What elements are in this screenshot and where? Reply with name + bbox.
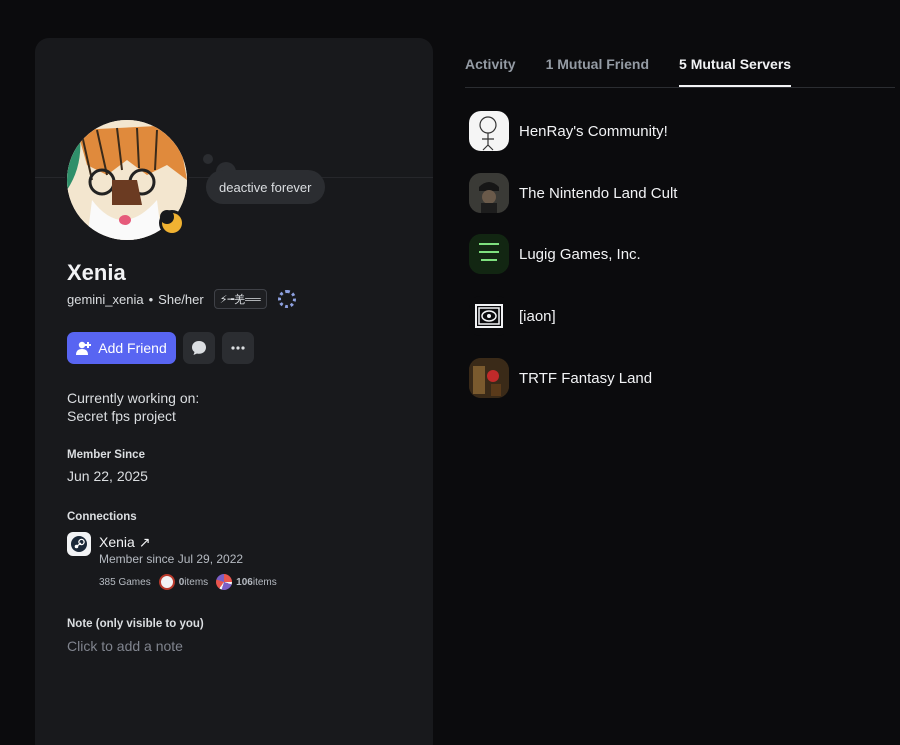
henray-server-icon: [469, 111, 509, 151]
lugig-games-server-icon: [469, 234, 509, 274]
separator-dot: •: [148, 291, 154, 307]
tf-items-count: 106: [236, 576, 253, 588]
about-line: Secret fps project: [67, 408, 176, 424]
connection-stats: 385 Games 0 items 106 items: [99, 574, 277, 590]
member-since-title: Member Since: [67, 449, 145, 461]
more-dots-icon: [231, 346, 245, 350]
idle-status-icon: [159, 210, 185, 236]
list-item[interactable]: HenRay's Community!: [469, 111, 889, 151]
avatar[interactable]: [65, 118, 189, 242]
add-user-icon: [76, 341, 92, 355]
tf-items-unit: items: [252, 576, 277, 588]
custom-status-bubble[interactable]: deactive forever: [206, 170, 325, 204]
member-since-value: Jun 22, 2025: [67, 468, 148, 484]
profile-subline: gemini_xenia • She/her ⚡╼羌══: [67, 289, 296, 309]
tab-mutual-servers[interactable]: 5 Mutual Servers: [679, 56, 792, 87]
tab-activity[interactable]: Activity: [465, 56, 516, 87]
tf2-icon: [216, 574, 233, 590]
tab-mutual-friends[interactable]: 1 Mutual Friend: [546, 56, 649, 87]
list-item[interactable]: [iaon]: [469, 296, 889, 336]
server-name: TRTF Fantasy Land: [519, 369, 653, 387]
nitro-badge-icon[interactable]: [277, 290, 296, 308]
chat-bubble-icon: [192, 341, 206, 355]
connection-since: Member since Jul 29, 2022: [99, 552, 244, 566]
server-name: HenRay's Community!: [519, 122, 668, 140]
iaon-server-icon: [469, 296, 509, 336]
profile-tabs: Activity 1 Mutual Friend 5 Mutual Server…: [465, 56, 821, 87]
nintendo-land-server-icon: [469, 173, 509, 213]
list-item[interactable]: TRTF Fantasy Land: [469, 358, 889, 398]
clan-tag-badge[interactable]: ⚡╼羌══: [213, 289, 267, 309]
username[interactable]: gemini_xenia: [67, 292, 144, 307]
about-line: Currently working on:: [67, 390, 200, 406]
status-bubble-dot: [203, 154, 213, 164]
add-friend-label: Add Friend: [98, 340, 167, 356]
add-friend-button[interactable]: Add Friend: [67, 332, 176, 364]
server-name: [iaon]: [519, 307, 556, 325]
about-me: Currently working on: Secret fps project: [67, 389, 199, 425]
dota-icon: [158, 574, 175, 590]
pronouns: She/her: [158, 291, 204, 307]
steam-icon: [67, 532, 91, 556]
server-name: Lugig Games, Inc.: [519, 245, 641, 263]
dota-items-unit: items: [184, 576, 209, 588]
server-name: The Nintendo Land Cult: [519, 184, 678, 202]
games-count: 385 Games: [99, 576, 151, 588]
display-name: Xenia: [67, 260, 126, 285]
message-button[interactable]: [183, 332, 215, 364]
note-title: Note (only visible to you): [67, 618, 204, 630]
more-options-button[interactable]: [222, 332, 254, 364]
list-item[interactable]: The Nintendo Land Cult: [469, 173, 889, 213]
tabs-divider: [465, 87, 895, 88]
trtf-server-icon: [469, 358, 509, 398]
list-item[interactable]: Lugig Games, Inc.: [469, 234, 889, 274]
note-input[interactable]: Click to add a note: [67, 638, 183, 654]
connections-title: Connections: [67, 511, 137, 523]
connection-link[interactable]: Xenia ↗: [99, 534, 150, 551]
